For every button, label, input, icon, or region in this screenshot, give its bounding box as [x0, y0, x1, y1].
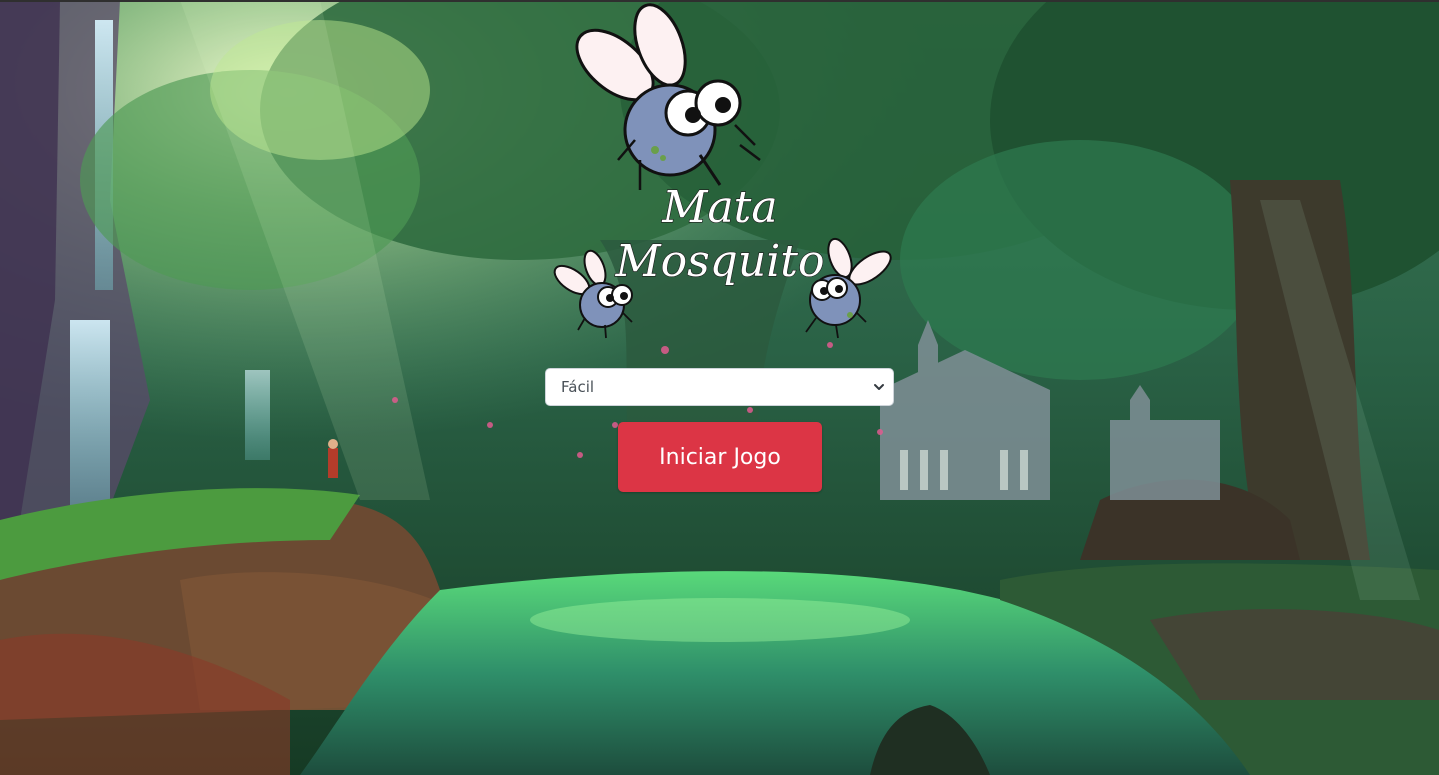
mosquito-icon [575, 3, 761, 190]
difficulty-selected-value: Fácil [561, 378, 595, 396]
logo-title-line1: Mata [661, 182, 777, 233]
chevron-down-icon [874, 384, 884, 390]
start-game-button[interactable]: Iniciar Jogo [618, 422, 822, 492]
logo-title-line2: Mosquito [615, 236, 825, 287]
game-screen: Mata Mosquito Fácil Iniciar Jogo [0, 0, 1439, 775]
difficulty-select[interactable]: Fácil [545, 368, 894, 406]
game-logo: Mata Mosquito [540, 0, 910, 345]
start-form: Fácil Iniciar Jogo [545, 368, 894, 492]
